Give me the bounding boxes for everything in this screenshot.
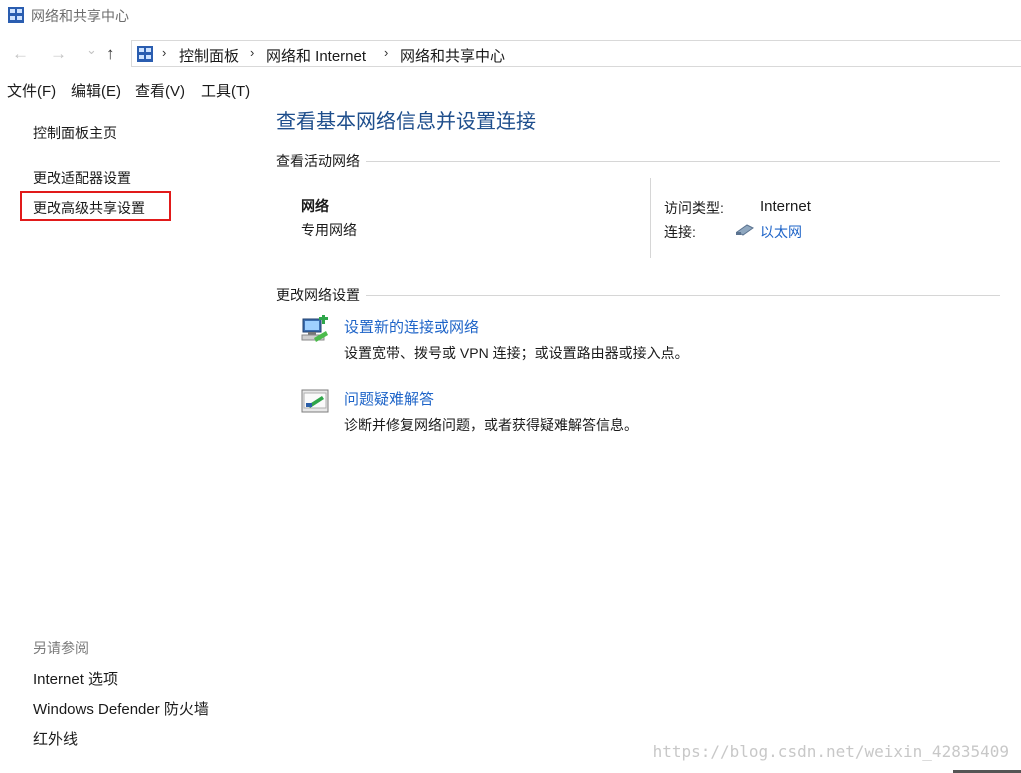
back-button[interactable]: ← bbox=[12, 44, 29, 64]
title-bar: 网络和共享中心 bbox=[0, 0, 1021, 30]
network-setup-icon bbox=[301, 315, 328, 342]
see-also-internet-options[interactable]: Internet 选项 bbox=[33, 668, 118, 689]
recent-locations-button[interactable]: ⌄ bbox=[86, 42, 97, 58]
active-networks-header: 查看活动网络 bbox=[276, 151, 366, 171]
breadcrumb-network-sharing-center[interactable]: 网络和共享中心 bbox=[400, 45, 505, 66]
forward-button[interactable]: → bbox=[50, 44, 67, 64]
breadcrumb-control-panel[interactable]: 控制面板 bbox=[179, 45, 239, 66]
network-profile-type[interactable]: 专用网络 bbox=[301, 220, 357, 240]
see-also-infrared[interactable]: 红外线 bbox=[33, 728, 78, 749]
section-divider bbox=[276, 295, 1000, 296]
section-divider bbox=[276, 161, 1000, 162]
see-also-header: 另请参阅 bbox=[33, 640, 89, 656]
network-center-icon bbox=[137, 46, 153, 62]
connection-label: 连接: bbox=[664, 224, 696, 240]
see-also-defender-firewall[interactable]: Windows Defender 防火墙 bbox=[33, 698, 209, 719]
ethernet-icon bbox=[736, 224, 754, 236]
address-bar-row: ← → ⌄ ↑ › 控制面板 › 网络和 Internet › 网络和共享中心 bbox=[0, 38, 1021, 70]
sidebar-link-control-panel-home[interactable]: 控制面板主页 bbox=[33, 123, 117, 143]
page-title: 查看基本网络信息并设置连接 bbox=[276, 111, 536, 133]
breadcrumb-network-internet[interactable]: 网络和 Internet bbox=[266, 45, 366, 66]
window-title: 网络和共享中心 bbox=[31, 8, 129, 24]
vertical-divider bbox=[650, 178, 651, 258]
change-settings-header: 更改网络设置 bbox=[276, 285, 366, 305]
breadcrumb-separator: › bbox=[384, 45, 389, 60]
menu-view[interactable]: 查看(V) bbox=[135, 80, 185, 101]
task-troubleshoot-link[interactable]: 问题疑难解答 bbox=[344, 388, 434, 409]
access-type-value: Internet bbox=[760, 198, 811, 215]
task-setup-connection-link[interactable]: 设置新的连接或网络 bbox=[344, 316, 479, 337]
breadcrumb-separator: › bbox=[162, 45, 167, 60]
menu-file[interactable]: 文件(F) bbox=[7, 80, 56, 101]
network-name: 网络 bbox=[301, 198, 329, 214]
breadcrumb-separator: › bbox=[250, 45, 255, 60]
network-center-icon bbox=[8, 7, 24, 23]
menu-tools[interactable]: 工具(T) bbox=[201, 80, 250, 101]
menu-edit[interactable]: 编辑(E) bbox=[71, 80, 121, 101]
troubleshoot-icon bbox=[301, 389, 329, 413]
access-type-label: 访问类型: bbox=[664, 200, 724, 216]
watermark-text: https://blog.csdn.net/weixin_42835409 bbox=[652, 742, 1009, 761]
up-button[interactable]: ↑ bbox=[106, 44, 115, 64]
connection-ethernet-link[interactable]: 以太网 bbox=[760, 222, 802, 242]
sidebar-link-adapter-settings[interactable]: 更改适配器设置 bbox=[33, 168, 131, 188]
address-bar[interactable]: › 控制面板 › 网络和 Internet › 网络和共享中心 bbox=[131, 40, 1021, 67]
task-setup-connection-description: 设置宽带、拨号或 VPN 连接；或设置路由器或接入点。 bbox=[344, 345, 689, 361]
task-troubleshoot-description: 诊断并修复网络问题，或者获得疑难解答信息。 bbox=[344, 417, 638, 433]
highlight-annotation-box bbox=[20, 191, 171, 221]
